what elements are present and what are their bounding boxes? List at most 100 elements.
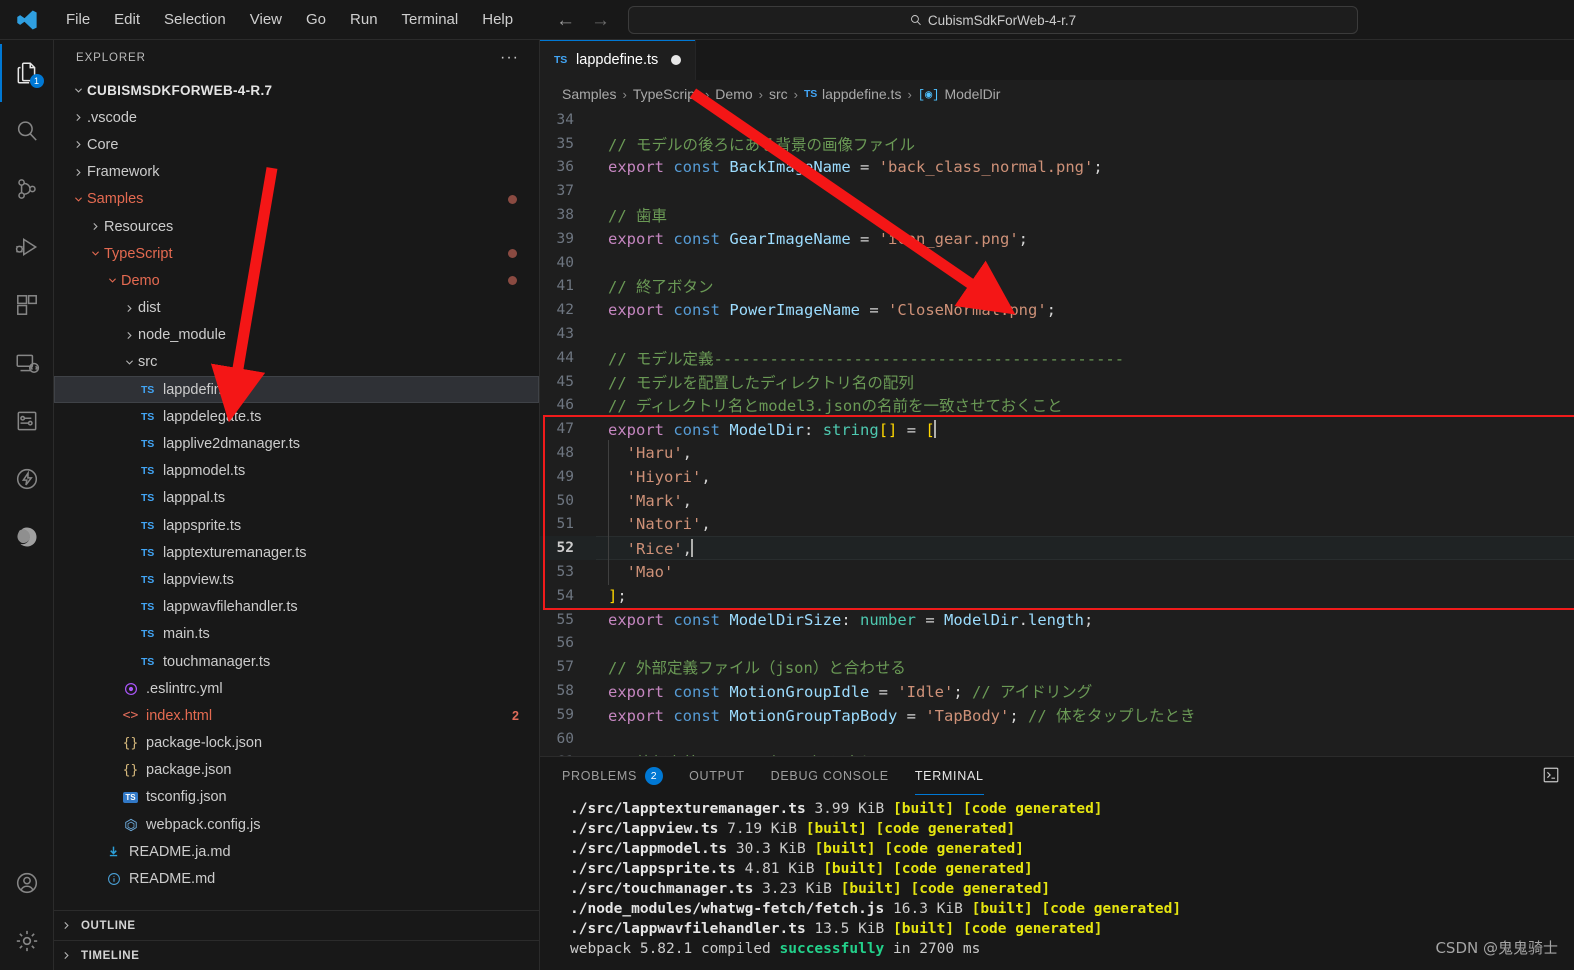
code-line[interactable]: 60	[540, 727, 1574, 751]
code-line[interactable]: 36 export const BackImageName = 'back_cla…	[540, 156, 1574, 180]
tree-file-lappview-ts[interactable]: TS lappview.ts	[54, 566, 539, 593]
editor-tab-lappdefine[interactable]: TS lappdefine.ts	[540, 40, 697, 80]
sidebar-more-actions-icon[interactable]: ···	[500, 49, 519, 67]
code-line[interactable]: 47 export const ModelDir: string[] = [	[540, 417, 1574, 441]
code-line[interactable]: 59 export const MotionGroupTapBody = 'Tap…	[540, 703, 1574, 727]
quick-search-input[interactable]: CubismSdkForWeb-4-r.7	[628, 6, 1358, 34]
breadcrumb-samples[interactable]: Samples	[562, 86, 616, 102]
tree-file-touchmanager-ts[interactable]: TS touchmanager.ts	[54, 648, 539, 675]
tree-file-lapplive2dmanager-ts[interactable]: TS lapplive2dmanager.ts	[54, 430, 539, 457]
menu-go[interactable]: Go	[294, 7, 338, 32]
tree-file-main-ts[interactable]: TS main.ts	[54, 621, 539, 648]
code-line[interactable]: 49 'Hiyori',	[540, 463, 1574, 490]
file-tree[interactable]: CUBISMSDKFORWEB-4-R.7 .vscode Core Framewo…	[54, 75, 539, 910]
tree-folder-typescript[interactable]: TypeScript	[54, 240, 539, 267]
tree-file-lappdefine-ts[interactable]: TS lappdefine.ts	[54, 376, 539, 404]
tree-folder-framework[interactable]: Framework	[54, 159, 539, 186]
code-line[interactable]: 58 export const MotionGroupIdle = 'Idle';…	[540, 679, 1574, 703]
code-line[interactable]: 57 // 外部定義ファイル（json）と合わせる	[540, 655, 1574, 679]
typescript-icon: TS	[140, 519, 155, 532]
tree-file-lappwavfilehandler-ts[interactable]: TS lappwavfilehandler.ts	[54, 594, 539, 621]
code-editor[interactable]: 34 35 // モデルの後ろにある背景の画像ファイル 36 export const …	[540, 108, 1574, 756]
code-line[interactable]: 35 // モデルの後ろにある背景の画像ファイル	[540, 132, 1574, 156]
tree-folder-src[interactable]: src	[54, 349, 539, 376]
code-line[interactable]: 46 // ディレクトリ名とmodel3.jsonの名前を一致させておくこと	[540, 394, 1574, 418]
unsaved-indicator-icon[interactable]	[671, 55, 682, 65]
tree-file-lappdelegate-ts[interactable]: TS lappdelegate.ts	[54, 403, 539, 430]
tree-folder-node-module[interactable]: node_module	[54, 322, 539, 349]
breadcrumb-file[interactable]: TS lappdefine.ts	[804, 86, 901, 102]
menu-view[interactable]: View	[238, 7, 294, 32]
tree-folder-core[interactable]: Core	[54, 131, 539, 158]
tree-file-lapptexturemanager-ts[interactable]: TS lapptexturemanager.ts	[54, 539, 539, 566]
tree-file-lapppal-ts[interactable]: TS lapppal.ts	[54, 485, 539, 512]
activity-search[interactable]	[0, 102, 54, 160]
code-line[interactable]: 41 // 終了ボタン	[540, 275, 1574, 299]
activity-explorer[interactable]: 1	[0, 44, 54, 102]
menu-help[interactable]: Help	[470, 7, 525, 32]
breadcrumb-symbol[interactable]: [◉] ModelDir	[918, 86, 1001, 102]
code-line[interactable]: 55 export const ModelDirSize: number = Mo…	[540, 608, 1574, 632]
activity-thunder-client[interactable]	[0, 450, 54, 508]
tree-folder-resources[interactable]: Resources	[54, 213, 539, 240]
code-line[interactable]: 40	[540, 251, 1574, 275]
activity-live-share[interactable]	[0, 508, 54, 566]
code-line[interactable]: 37	[540, 179, 1574, 203]
panel-tab-problems[interactable]: PROBLEMS 2	[562, 757, 664, 795]
menu-selection[interactable]: Selection	[152, 7, 238, 32]
menu-terminal[interactable]: Terminal	[390, 7, 471, 32]
section-timeline[interactable]: TIMELINE	[54, 940, 539, 970]
menu-edit[interactable]: Edit	[102, 7, 152, 32]
arrow-left-icon[interactable]: ←	[556, 11, 575, 30]
breadcrumb-typescript[interactable]: TypeScript	[633, 86, 699, 102]
menu-file[interactable]: File	[54, 7, 102, 32]
breadcrumb-src[interactable]: src	[769, 86, 788, 102]
activity-remote-explorer[interactable]	[0, 334, 54, 392]
tree-file-readme-md[interactable]: README.md	[54, 865, 539, 892]
terminal-output[interactable]: ./src/lapptexturemanager.ts 3.99 KiB [bu…	[540, 795, 1574, 970]
code-line[interactable]: 53 'Mao'	[540, 559, 1574, 586]
code-line[interactable]: 52 'Rice',	[540, 535, 1574, 562]
breadcrumb-demo[interactable]: Demo	[715, 86, 752, 102]
activity-run-debug[interactable]	[0, 218, 54, 276]
tree-file-tsconfig-json[interactable]: TS tsconfig.json	[54, 784, 539, 811]
activity-testing[interactable]	[0, 392, 54, 450]
activity-extensions[interactable]	[0, 276, 54, 334]
arrow-right-icon[interactable]: →	[591, 11, 610, 30]
tree-file-index-html[interactable]: <> index.html 2	[54, 702, 539, 729]
code-line[interactable]: 48 'Haru',	[540, 440, 1574, 467]
tree-folder-vscode[interactable]: .vscode	[54, 104, 539, 131]
code-line[interactable]: 54];	[540, 584, 1574, 608]
code-line[interactable]: 43	[540, 322, 1574, 346]
code-line[interactable]: 42 export const PowerImageName = 'CloseNo…	[540, 298, 1574, 322]
panel-tab-debug-console[interactable]: DEBUG CONSOLE	[771, 757, 889, 795]
code-line[interactable]: 38 // 歯車	[540, 203, 1574, 227]
tree-folder-demo[interactable]: Demo	[54, 267, 539, 294]
tree-file-package-lock-json[interactable]: {} package-lock.json	[54, 730, 539, 757]
tree-folder-dist[interactable]: dist	[54, 295, 539, 322]
code-line[interactable]: 61// 外部定義ファイル（json）と合わせる	[540, 751, 1574, 756]
code-line[interactable]: 50 'Mark',	[540, 487, 1574, 514]
menu-run[interactable]: Run	[338, 7, 390, 32]
panel-actions[interactable]	[1542, 766, 1560, 789]
tree-file-eslintrc-yml[interactable]: .eslintrc.yml	[54, 675, 539, 702]
code-line[interactable]: 34	[540, 108, 1574, 132]
code-line[interactable]: 44 // モデル定義------------------------------…	[540, 346, 1574, 370]
code-line[interactable]: 51 'Natori',	[540, 511, 1574, 538]
tree-file-webpack-config-js[interactable]: webpack.config.js	[54, 811, 539, 838]
tree-folder-samples[interactable]: Samples	[54, 186, 539, 213]
code-line[interactable]: 56	[540, 632, 1574, 656]
activity-settings[interactable]	[0, 912, 54, 970]
tree-file-readme-ja-md[interactable]: README.ja.md	[54, 838, 539, 865]
tree-file-lappmodel-ts[interactable]: TS lappmodel.ts	[54, 458, 539, 485]
section-outline[interactable]: OUTLINE	[54, 910, 539, 940]
tree-file-package-json[interactable]: {} package.json	[54, 757, 539, 784]
code-line[interactable]: 39 export const GearImageName = 'icon_gea…	[540, 227, 1574, 251]
activity-accounts[interactable]	[0, 854, 54, 912]
panel-tab-output[interactable]: OUTPUT	[689, 757, 745, 795]
tree-root-row[interactable]: CUBISMSDKFORWEB-4-R.7	[54, 77, 539, 104]
code-line[interactable]: 45 // モデルを配置したディレクトリ名の配列	[540, 370, 1574, 394]
activity-source-control[interactable]	[0, 160, 54, 218]
panel-tab-terminal[interactable]: TERMINAL	[914, 757, 984, 795]
tree-file-lappsprite-ts[interactable]: TS lappsprite.ts	[54, 512, 539, 539]
